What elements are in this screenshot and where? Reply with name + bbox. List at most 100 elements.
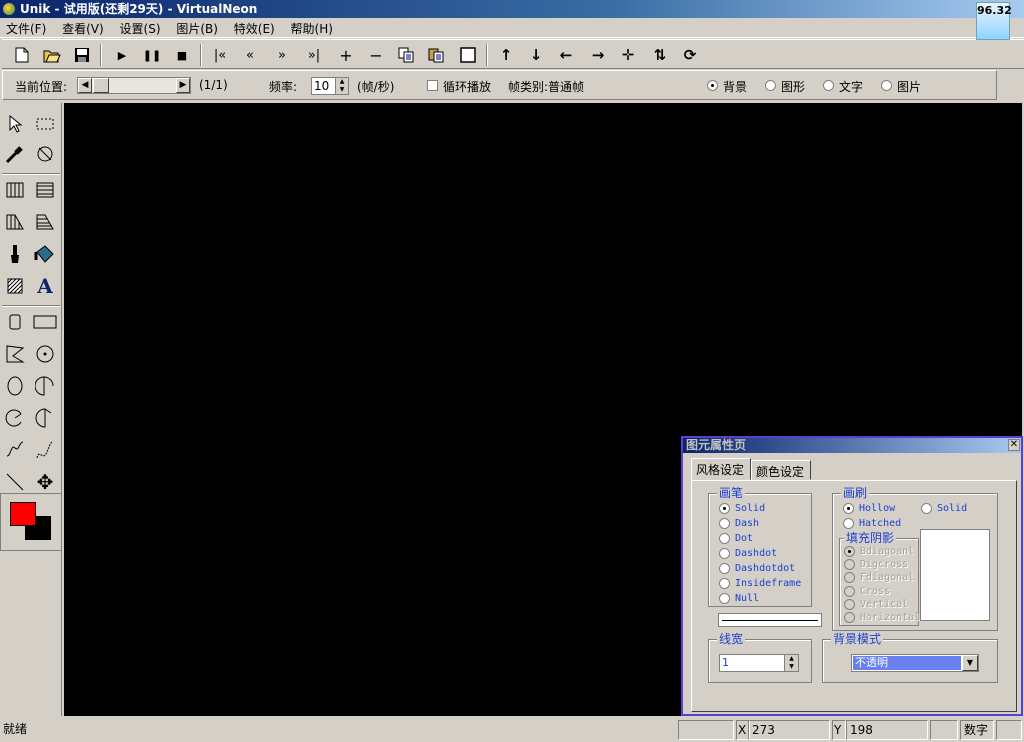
background-mode-title: 背景模式 bbox=[831, 632, 884, 646]
slider-thumb[interactable] bbox=[93, 78, 109, 93]
menu-help[interactable]: 帮助(H) bbox=[285, 18, 339, 37]
position-label: 当前位置: bbox=[15, 80, 68, 94]
layer-radio-image[interactable] bbox=[881, 80, 892, 91]
drawing-toolbox: A ✥ bbox=[0, 103, 62, 716]
menu-settings[interactable]: 设置(S) bbox=[114, 18, 167, 37]
layer-radio-shape[interactable] bbox=[765, 80, 776, 91]
paste-frame-icon[interactable] bbox=[424, 43, 448, 67]
brush-preview bbox=[920, 529, 990, 621]
tab-color[interactable]: 颜色设定 bbox=[751, 460, 811, 480]
window-title: Unik - 试用版(还剩29天) - VirtualNeon bbox=[20, 2, 258, 16]
copy-frame-icon[interactable] bbox=[394, 43, 418, 67]
arc-icon[interactable] bbox=[2, 405, 28, 431]
background-mode-select[interactable]: 不透明 ▼ bbox=[851, 654, 979, 672]
status-ready: 就绪 bbox=[3, 722, 28, 736]
prev-frame-icon[interactable]: « bbox=[238, 43, 262, 67]
stop-icon[interactable]: ■ bbox=[170, 43, 194, 67]
zoom-badge: 96.32 bbox=[976, 2, 1012, 40]
pie-icon[interactable] bbox=[32, 405, 58, 431]
play-icon[interactable]: ▶ bbox=[110, 43, 134, 67]
hatch-group: 填充阴影 Bdiagoanl Digcross Fdiagonal Cross … bbox=[839, 531, 920, 626]
layer-label-shape: 图形 bbox=[781, 80, 806, 94]
line-width-spinner[interactable]: 1 ▲ ▼ bbox=[719, 654, 799, 672]
vertical-bars-icon[interactable] bbox=[2, 177, 28, 203]
menu-file[interactable]: 文件(F) bbox=[0, 18, 52, 37]
pause-icon[interactable]: ❚❚ bbox=[140, 43, 164, 67]
y-label: Y bbox=[832, 720, 846, 740]
move-right-icon[interactable]: → bbox=[586, 43, 610, 67]
chord-icon[interactable] bbox=[32, 373, 58, 399]
status-bar: 就绪 X 273 Y 198 数字 bbox=[0, 718, 1024, 742]
scroll-right-icon[interactable]: ▶ bbox=[176, 78, 190, 93]
bezier-icon[interactable] bbox=[32, 437, 58, 463]
new-file-icon[interactable] bbox=[10, 43, 34, 67]
numlock-indicator: 数字 bbox=[960, 720, 994, 740]
rate-spinner[interactable]: 10 ▲ ▼ bbox=[311, 77, 349, 95]
rectangle-icon[interactable] bbox=[32, 309, 58, 335]
rect-select-icon[interactable] bbox=[32, 111, 58, 137]
delete-frame-icon[interactable]: − bbox=[364, 43, 388, 67]
line-width-arrows-icon[interactable]: ▲ ▼ bbox=[784, 655, 798, 671]
move-icon[interactable]: ✥ bbox=[32, 469, 58, 495]
text-tool-icon[interactable]: A bbox=[32, 273, 58, 299]
horizontal-fill-icon[interactable] bbox=[32, 209, 58, 235]
move-down-icon[interactable]: ↓ bbox=[524, 43, 548, 67]
open-folder-icon[interactable] bbox=[40, 43, 64, 67]
background-mode-value: 不透明 bbox=[853, 656, 961, 670]
move-up-icon[interactable]: ↑ bbox=[494, 43, 518, 67]
eraser-icon[interactable] bbox=[32, 141, 58, 167]
paint-bucket-icon[interactable] bbox=[32, 241, 58, 267]
circle-icon[interactable] bbox=[32, 341, 58, 367]
last-frame-icon[interactable]: »| bbox=[302, 43, 326, 67]
line-width-group: 线宽 1 ▲ ▼ bbox=[708, 632, 812, 683]
tab-style[interactable]: 风格设定 bbox=[691, 458, 751, 480]
layer-radio-text[interactable] bbox=[823, 80, 834, 91]
layer-label-background: 背景 bbox=[723, 80, 748, 94]
line-icon[interactable] bbox=[2, 469, 28, 495]
save-icon[interactable] bbox=[70, 43, 94, 67]
center-icon[interactable]: ✛ bbox=[616, 43, 640, 67]
properties-title: 图元属性页 bbox=[683, 438, 1021, 453]
next-frame-icon[interactable]: » bbox=[270, 43, 294, 67]
play-control-bar: 当前位置: ◀ ▶ (1/1) 频率: 10 ▲ ▼ (帧/秒) 循环播放 帧类别… bbox=[2, 70, 997, 100]
frame-position-slider[interactable]: ◀ ▶ bbox=[77, 77, 191, 94]
close-icon[interactable]: ✕ bbox=[1008, 439, 1020, 451]
menu-effects[interactable]: 特效(E) bbox=[228, 18, 281, 37]
menu-view[interactable]: 查看(V) bbox=[56, 18, 110, 37]
line-width-value: 1 bbox=[722, 656, 729, 669]
horizontal-bars-icon[interactable] bbox=[32, 177, 58, 203]
add-frame-icon[interactable]: + bbox=[334, 43, 358, 67]
vertical-fill-icon[interactable] bbox=[2, 209, 28, 235]
polygon-icon[interactable] bbox=[2, 341, 28, 367]
foreground-color[interactable] bbox=[10, 502, 36, 526]
layer-label-text: 文字 bbox=[839, 80, 864, 94]
rounded-rect-icon[interactable] bbox=[2, 309, 28, 335]
y-value: 198 bbox=[846, 720, 928, 740]
background-mode-group: 背景模式 不透明 ▼ bbox=[822, 632, 998, 683]
curve-icon[interactable] bbox=[2, 437, 28, 463]
eyedropper-icon[interactable] bbox=[2, 141, 28, 167]
menu-picture[interactable]: 图片(B) bbox=[170, 18, 224, 37]
first-frame-icon[interactable]: |« bbox=[208, 43, 232, 67]
refresh-icon[interactable]: ⟳ bbox=[678, 43, 702, 67]
pointer-icon[interactable] bbox=[2, 111, 28, 137]
layer-radio-background[interactable] bbox=[707, 80, 718, 91]
rate-unit: (帧/秒) bbox=[357, 80, 395, 94]
scroll-left-icon[interactable]: ◀ bbox=[78, 78, 92, 93]
frame-border-icon[interactable] bbox=[456, 43, 480, 67]
style-panel: 画笔 Solid Dash Dot Dashdot Dashdotdot Ins… bbox=[691, 480, 1017, 712]
pattern-icon[interactable] bbox=[2, 273, 28, 299]
spinner-arrows-icon[interactable]: ▲ ▼ bbox=[335, 78, 348, 94]
move-left-icon[interactable]: ← bbox=[554, 43, 578, 67]
line-width-title: 线宽 bbox=[717, 632, 746, 646]
loop-checkbox[interactable] bbox=[427, 80, 438, 91]
x-value: 273 bbox=[748, 720, 830, 740]
chevron-down-icon[interactable]: ▼ bbox=[962, 655, 978, 671]
ellipse-icon[interactable] bbox=[2, 373, 28, 399]
brush-icon[interactable] bbox=[2, 241, 28, 267]
color-selector bbox=[0, 493, 62, 551]
rate-value: 10 bbox=[314, 79, 330, 93]
frame-count: (1/1) bbox=[199, 78, 228, 92]
swap-icon[interactable]: ⇅ bbox=[648, 43, 672, 67]
pen-group-title: 画笔 bbox=[717, 486, 746, 500]
